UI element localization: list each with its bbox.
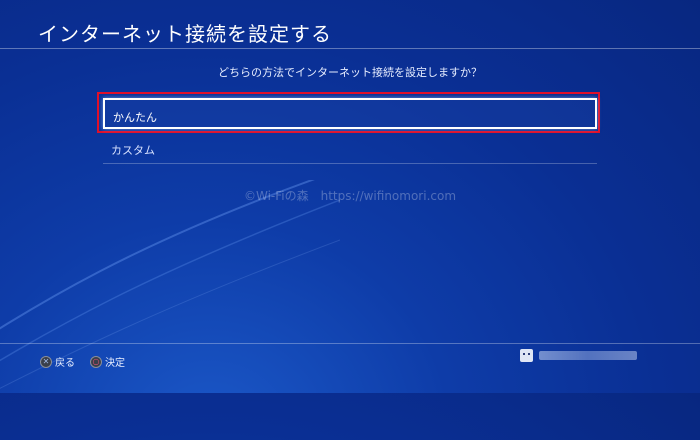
header-bar: インターネット接続を設定する	[0, 0, 700, 49]
menu-item-label: カスタム	[111, 144, 155, 157]
menu-item-custom[interactable]: カスタム	[103, 133, 597, 164]
user-avatar-icon	[520, 349, 533, 362]
watermark: ©Wi-Fiの森 https://wifinomori.com	[243, 189, 457, 203]
setup-question: どちらの方法でインターネット接続を設定しますか？	[218, 66, 482, 79]
background-wave	[0, 180, 340, 389]
menu-item-label: かんたん	[113, 111, 157, 124]
confirm-label: 決定	[105, 358, 125, 369]
cross-button-icon: ✕	[40, 355, 52, 368]
username-blurred	[539, 351, 637, 360]
page-title: インターネット接続を設定する	[38, 22, 332, 46]
circle-button-icon: ○	[90, 355, 102, 368]
back-hint[interactable]: ✕ 戻る	[40, 354, 75, 369]
back-label: 戻る	[55, 358, 75, 369]
confirm-hint[interactable]: ○ 決定	[90, 354, 125, 369]
footer-bar: ✕ 戻る ○ 決定	[0, 343, 700, 394]
user-area	[520, 349, 637, 362]
menu-item-easy[interactable]: かんたん	[103, 98, 597, 129]
